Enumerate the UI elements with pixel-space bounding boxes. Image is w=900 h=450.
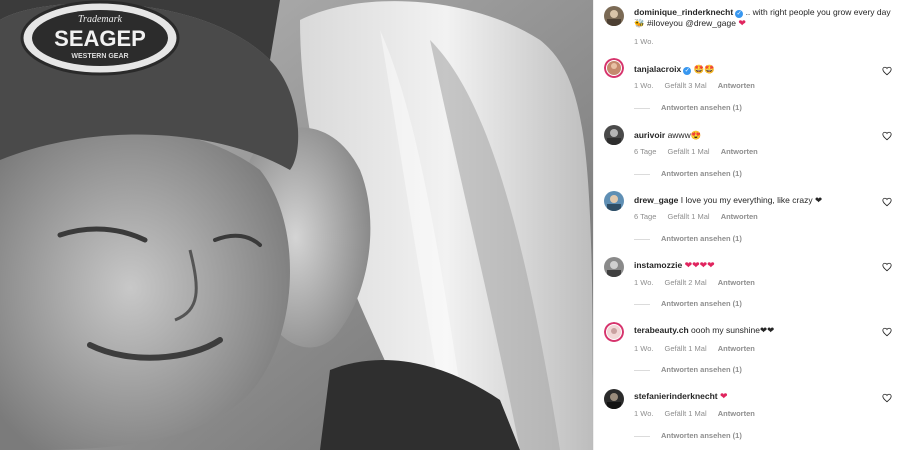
comment-text: awww😍 xyxy=(667,130,702,140)
post-time[interactable]: 1 Wo. xyxy=(634,37,653,46)
comment-body: stefanierinderknecht ❤ xyxy=(634,390,728,402)
view-replies-button[interactable]: Antworten ansehen (1) xyxy=(634,431,742,440)
comment-body: drew_gage I love you my everything, like… xyxy=(634,194,822,206)
comment-body: tanjalacroix ✓ 🤩🤩 xyxy=(634,63,715,75)
caption-text-1: .. with right people you grow every day xyxy=(745,7,891,17)
like-heart-icon[interactable] xyxy=(882,131,892,141)
comment-username[interactable]: instamozzie xyxy=(634,260,682,270)
comment-body: terabeauty.ch oooh my sunshine❤❤ xyxy=(634,324,774,336)
caption-heart-emoji: ❤ xyxy=(738,18,746,28)
comment-avatar[interactable] xyxy=(604,58,624,78)
view-replies-label: Antworten ansehen (1) xyxy=(661,299,742,308)
author-avatar[interactable] xyxy=(604,6,624,26)
comment-likes[interactable]: Gefällt 1 Mal xyxy=(667,147,709,156)
like-heart-icon[interactable] xyxy=(882,197,892,207)
view-replies-button[interactable]: Antworten ansehen (1) xyxy=(634,234,742,243)
reply-button[interactable]: Antworten xyxy=(721,147,758,156)
replies-divider xyxy=(634,173,650,175)
bee-emoji: 🐝 xyxy=(634,18,645,28)
like-heart-icon[interactable] xyxy=(882,393,892,403)
post-photo[interactable]: Trademark SEAGEP WESTERN GEAR xyxy=(0,0,593,450)
reply-button[interactable]: Antworten xyxy=(718,81,755,90)
comment-likes[interactable]: Gefällt 1 Mal xyxy=(667,212,709,221)
comment-time[interactable]: 1 Wo. xyxy=(634,409,653,418)
caption-line-2: 🐝 #iloveyou @drew_gage ❤ xyxy=(634,17,746,29)
view-replies-button[interactable]: Antworten ansehen (1) xyxy=(634,365,742,374)
like-heart-icon[interactable] xyxy=(882,327,892,337)
verified-badge-icon: ✓ xyxy=(683,67,692,75)
comment-username[interactable]: stefanierinderknecht xyxy=(634,391,718,401)
reply-button[interactable]: Antworten xyxy=(718,409,755,418)
caption-hashtags[interactable]: #iloveyou @drew_gage xyxy=(647,18,736,28)
comment-likes[interactable]: Gefällt 1 Mal xyxy=(665,344,707,353)
comment-likes[interactable]: Gefällt 1 Mal xyxy=(665,409,707,418)
view-replies-button[interactable]: Antworten ansehen (1) xyxy=(634,169,742,178)
comment-meta: 1 Wo. Gefällt 1 Mal Antworten xyxy=(634,409,764,418)
comment-time[interactable]: 1 Wo. xyxy=(634,344,653,353)
view-replies-button[interactable]: Antworten ansehen (1) xyxy=(634,103,742,112)
comment-likes[interactable]: Gefällt 3 Mal xyxy=(665,81,707,90)
caption-author[interactable]: dominique_rinderknecht xyxy=(634,7,733,17)
view-replies-button[interactable]: Antworten ansehen (1) xyxy=(634,299,742,308)
replies-divider xyxy=(634,107,650,109)
comment-text: ❤❤❤❤ xyxy=(684,260,715,270)
replies-divider xyxy=(634,238,650,240)
comment-meta: 1 Wo. Gefällt 3 Mal Antworten xyxy=(634,81,764,90)
comment-username[interactable]: drew_gage xyxy=(634,195,678,205)
view-replies-label: Antworten ansehen (1) xyxy=(661,169,742,178)
view-replies-label: Antworten ansehen (1) xyxy=(661,365,742,374)
view-replies-label: Antworten ansehen (1) xyxy=(661,234,742,243)
comment-time[interactable]: 1 Wo. xyxy=(634,278,653,287)
replies-divider xyxy=(634,369,650,371)
comment-time[interactable]: 1 Wo. xyxy=(634,81,653,90)
comment-username[interactable]: tanjalacroix xyxy=(634,64,681,74)
comment-body: instamozzie ❤❤❤❤ xyxy=(634,259,715,271)
comment-likes[interactable]: Gefällt 2 Mal xyxy=(665,278,707,287)
comment-body: aurivoir awww😍 xyxy=(634,129,701,141)
replies-divider xyxy=(634,303,650,305)
view-replies-label: Antworten ansehen (1) xyxy=(661,431,742,440)
reply-button[interactable]: Antworten xyxy=(721,212,758,221)
comment-avatar[interactable] xyxy=(604,257,624,277)
comment-meta: 1 Wo. Gefällt 1 Mal Antworten xyxy=(634,344,764,353)
replies-divider xyxy=(634,435,650,437)
cap-patch-top: Trademark xyxy=(78,14,122,25)
comments-panel: dominique_rinderknecht ✓ .. with right pe… xyxy=(593,0,900,450)
comment-meta: 6 Tage Gefällt 1 Mal Antworten xyxy=(634,147,767,156)
view-replies-label: Antworten ansehen (1) xyxy=(661,103,742,112)
comment-text: oooh my sunshine❤❤ xyxy=(691,325,775,335)
reply-button[interactable]: Antworten xyxy=(718,344,755,353)
comment-username[interactable]: aurivoir xyxy=(634,130,665,140)
comment-text: 🤩🤩 xyxy=(693,64,715,74)
cap-patch-bottom: WESTERN GEAR xyxy=(71,53,128,60)
comment-time[interactable]: 6 Tage xyxy=(634,212,656,221)
photo-image: Trademark SEAGEP WESTERN GEAR xyxy=(0,0,593,450)
comment-meta: 1 Wo. Gefällt 2 Mal Antworten xyxy=(634,278,764,287)
comment-avatar[interactable] xyxy=(604,191,624,211)
cap-patch-main: SEAGEP xyxy=(54,26,146,51)
reply-button[interactable]: Antworten xyxy=(718,278,755,287)
comment-meta: 6 Tage Gefällt 1 Mal Antworten xyxy=(634,212,767,221)
comment-text: I love you my everything, like crazy ❤ xyxy=(680,195,823,205)
comment-avatar[interactable] xyxy=(604,389,624,409)
like-heart-icon[interactable] xyxy=(882,262,892,272)
comment-time[interactable]: 6 Tage xyxy=(634,147,656,156)
comment-avatar[interactable] xyxy=(604,322,624,342)
comment-text: ❤ xyxy=(720,391,728,401)
comment-username[interactable]: terabeauty.ch xyxy=(634,325,689,335)
like-heart-icon[interactable] xyxy=(882,66,892,76)
comment-avatar[interactable] xyxy=(604,125,624,145)
